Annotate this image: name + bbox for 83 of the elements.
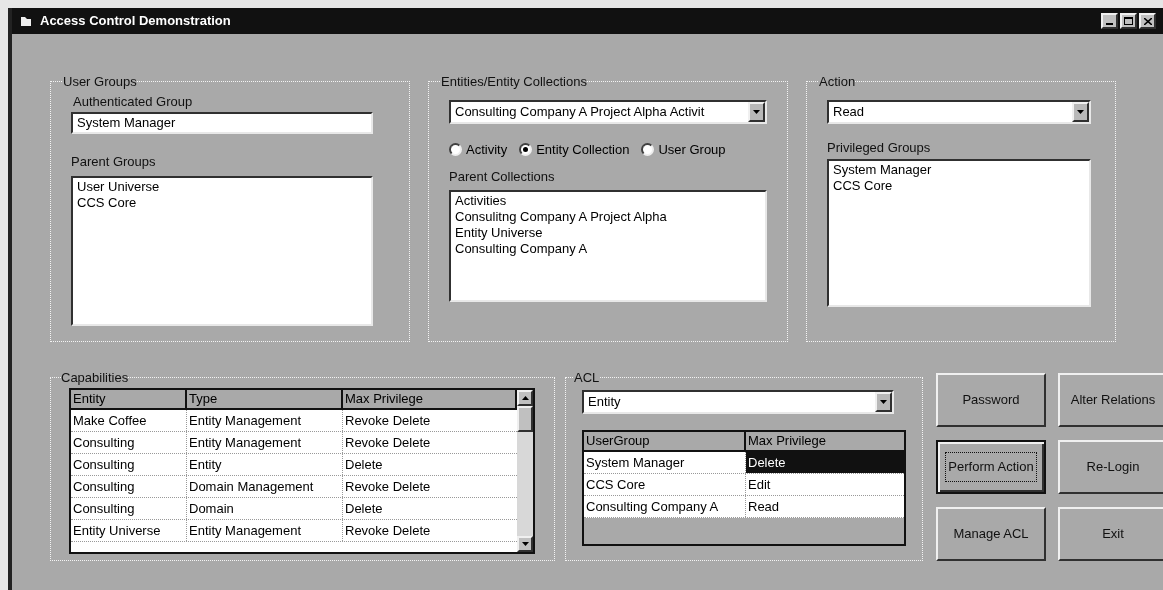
dropdown-caret-icon [753, 109, 760, 114]
list-box[interactable]: System Manager CCS Core [827, 159, 1091, 307]
minimize-icon [1106, 23, 1113, 25]
window-title: Access Control Demonstration [40, 12, 232, 31]
table-cell: Entity [187, 453, 343, 475]
list-item[interactable]: CCS Core [833, 178, 1085, 194]
field-label: Authenticated Group [73, 92, 194, 111]
dropdown-caret-icon [1077, 109, 1084, 114]
table-cell: Entity Management [187, 409, 343, 431]
list-item[interactable]: System Manager [833, 162, 1085, 178]
table-cell[interactable]: Edit [746, 473, 904, 495]
action-button[interactable]: Manage ACL [936, 507, 1046, 561]
group-title: Capabilities [61, 369, 129, 387]
table-cell-text: Delete [344, 455, 384, 474]
scroll-thumb[interactable] [517, 405, 533, 432]
table-cell: Consulting [71, 475, 187, 497]
table-cell: Consulting [71, 431, 187, 453]
maximize-button[interactable] [1120, 13, 1137, 29]
column-header[interactable]: Type [187, 389, 343, 408]
scroll-up-button[interactable] [517, 389, 533, 406]
radio-button[interactable] [519, 142, 533, 156]
scrollbar[interactable] [517, 389, 533, 552]
table-cell: Consulting [71, 453, 187, 475]
action-button[interactable]: Perform Action [936, 440, 1046, 494]
list-item[interactable]: Activities [455, 192, 761, 209]
table-cell-text: Revoke Delete [344, 411, 432, 430]
radio-button[interactable] [449, 142, 462, 156]
table-cell-text: Revoke Delete [344, 477, 432, 496]
table-cell: Entity Universe [71, 519, 187, 541]
column-header[interactable]: Max Privilege [746, 431, 904, 450]
table-cell: Domain [187, 497, 343, 519]
dropdown-button[interactable] [748, 101, 765, 122]
column-header[interactable]: UserGroup [584, 431, 746, 450]
radio-button[interactable] [641, 142, 655, 156]
column-header[interactable]: Entity [71, 389, 187, 408]
scroll-down-button[interactable] [517, 535, 533, 552]
dropdown-caret-icon [880, 399, 887, 404]
group-title: ACL [574, 369, 600, 387]
table-cell: Entity Management [187, 431, 343, 453]
list-item[interactable]: CCS Core [77, 194, 367, 211]
action-button[interactable]: Exit [1058, 507, 1163, 561]
table-cell-text: Revoke Delete [344, 433, 432, 452]
minimize-button[interactable] [1101, 13, 1118, 29]
dropdown-field[interactable]: Consulting Company A Project Alpha Activit [449, 99, 767, 124]
radio-option[interactable]: User Group [641, 139, 726, 159]
maximize-icon [1124, 17, 1133, 25]
table-cell: Make Coffee [71, 409, 187, 431]
field-label: Privileged Groups [827, 138, 932, 157]
field-label: Parent Groups [71, 153, 157, 171]
group-title: User Groups [63, 73, 137, 91]
app-icon [20, 15, 32, 27]
list-item[interactable]: Consulting Company A [455, 240, 761, 257]
up-arrow-icon [521, 395, 529, 400]
field-label: Parent Collections [449, 168, 556, 186]
table-cell: Entity Management [187, 519, 343, 541]
table-cell[interactable]: Consulting Company A [584, 495, 746, 517]
table-cell[interactable]: Delete [746, 451, 904, 473]
list-item[interactable]: User Universe [77, 178, 367, 195]
action-button[interactable]: Re-Login [1058, 440, 1163, 494]
dropdown-button[interactable] [1072, 101, 1089, 122]
group-title: Action [819, 73, 856, 91]
table-cell-text: Delete [344, 499, 384, 518]
table-cell-text: Revoke Delete [344, 521, 432, 540]
close-button[interactable] [1139, 13, 1156, 29]
table-cell: Consulting [71, 497, 187, 519]
action-button[interactable]: Alter Relations [1058, 373, 1163, 427]
table-cell: Domain Management [187, 475, 343, 497]
list-item[interactable]: Consulitng Company A Project Alpha [455, 208, 761, 225]
action-button[interactable]: Password [936, 373, 1046, 427]
table-cell[interactable]: Read [746, 495, 904, 517]
text-field[interactable]: System Manager [71, 112, 373, 134]
radio-option[interactable]: Activity [449, 139, 508, 159]
dropdown-button[interactable] [875, 391, 892, 412]
dropdown-field[interactable]: Entity [582, 389, 894, 414]
group-title: Entities/Entity Collections [441, 73, 587, 91]
close-icon [1143, 17, 1152, 25]
list-item[interactable]: Entity Universe [455, 224, 761, 241]
radio-option[interactable]: Entity Collection [519, 139, 630, 159]
table-cell[interactable]: CCS Core [584, 473, 746, 495]
dropdown-field[interactable]: Read [827, 99, 1091, 124]
list-box[interactable]: User Universe CCS Core [71, 175, 373, 326]
down-arrow-icon [521, 541, 529, 546]
list-box[interactable]: Activities Consulitng Company A Project Alpha Entity Universe Consulting Company A [449, 189, 767, 302]
